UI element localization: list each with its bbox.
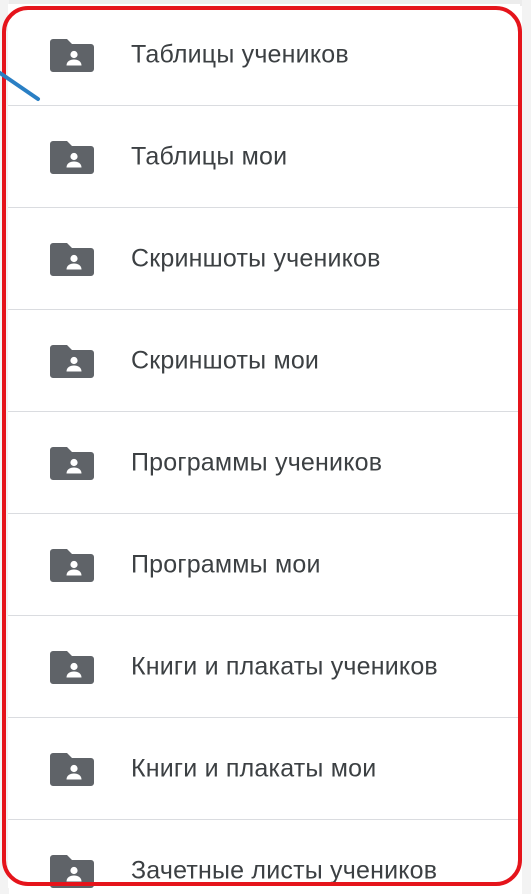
shared-folder-icon <box>50 446 94 480</box>
folder-item-6[interactable]: Книги и плакаты учеников <box>8 616 520 718</box>
folder-item-4[interactable]: Программы учеников <box>8 412 520 514</box>
folder-label: Книги и плакаты мои <box>131 754 377 782</box>
folder-label: Скриншоты мои <box>131 346 320 374</box>
folder-label: Программы мои <box>131 550 321 578</box>
shared-folder-icon <box>50 242 94 276</box>
shared-folder-icon <box>50 38 94 72</box>
folder-list: Таблицы учеников Таблицы мои Скриншоты у… <box>8 4 520 888</box>
folder-label: Зачетные листы учеников <box>131 856 438 884</box>
folder-item-5[interactable]: Программы мои <box>8 514 520 616</box>
folder-item-1[interactable]: Таблицы мои <box>8 106 520 208</box>
shared-folder-icon <box>50 854 94 888</box>
folder-label: Таблицы учеников <box>131 40 349 68</box>
folder-label: Скриншоты учеников <box>131 244 381 272</box>
folder-label: Книги и плакаты учеников <box>131 652 438 680</box>
shared-folder-icon <box>50 650 94 684</box>
shared-folder-icon <box>50 344 94 378</box>
folder-item-7[interactable]: Книги и плакаты мои <box>8 718 520 820</box>
shared-folder-icon <box>50 548 94 582</box>
folder-item-8[interactable]: Зачетные листы учеников <box>8 820 520 888</box>
shared-folder-icon <box>50 752 94 786</box>
folder-label: Программы учеников <box>131 448 383 476</box>
shared-folder-icon <box>50 140 94 174</box>
folder-item-3[interactable]: Скриншоты мои <box>8 310 520 412</box>
folder-item-0[interactable]: Таблицы учеников <box>8 4 520 106</box>
folder-item-2[interactable]: Скриншоты учеников <box>8 208 520 310</box>
window-right-edge <box>522 0 531 894</box>
folder-label: Таблицы мои <box>131 142 288 170</box>
